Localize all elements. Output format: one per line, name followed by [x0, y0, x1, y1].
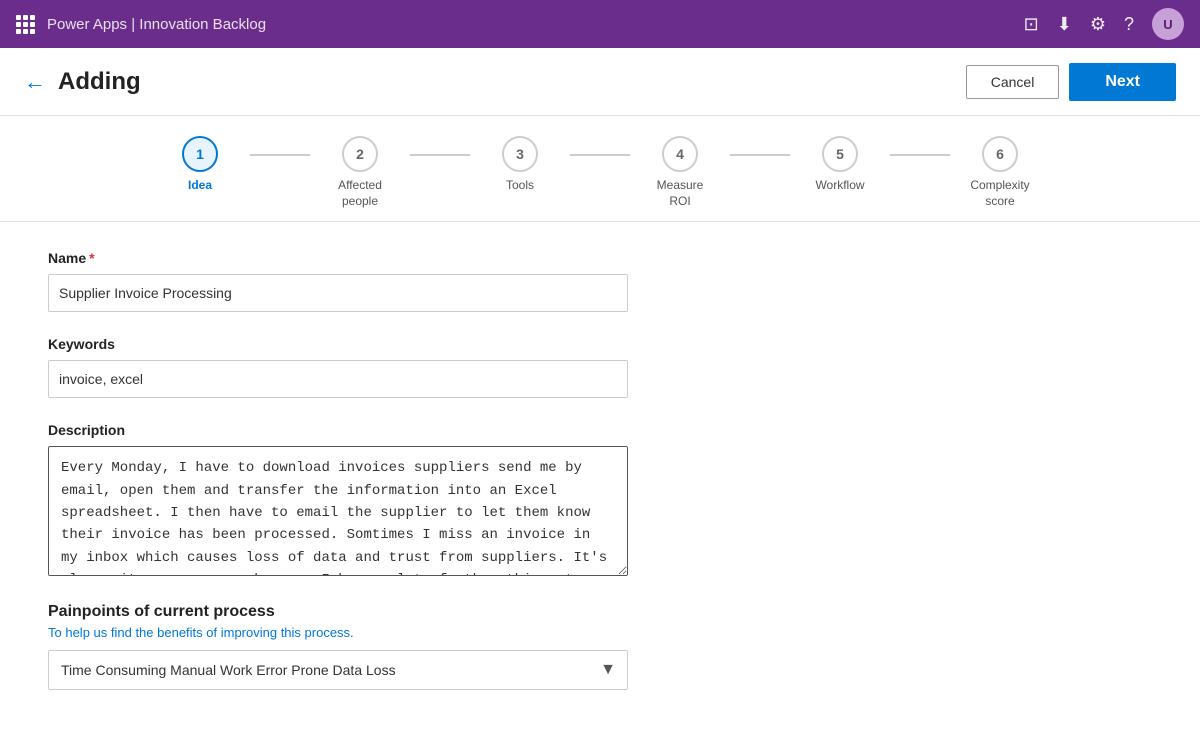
- app-brand: Power Apps | Innovation Backlog: [47, 16, 266, 33]
- name-label: Name*: [48, 250, 872, 266]
- step-4[interactable]: 4 MeasureROI: [630, 136, 730, 209]
- apps-icon[interactable]: [16, 15, 35, 34]
- step-2-label: Affectedpeople: [338, 178, 382, 209]
- step-4-circle: 4: [662, 136, 698, 172]
- step-2-circle: 2: [342, 136, 378, 172]
- step-6-label: Complexityscore: [970, 178, 1029, 209]
- screen-icon[interactable]: ⊡: [1024, 14, 1039, 35]
- description-section: Description Every Monday, I have to down…: [48, 422, 872, 579]
- help-icon[interactable]: ?: [1124, 14, 1134, 35]
- connector-1-2: [250, 154, 310, 156]
- app-name: Innovation Backlog: [139, 16, 266, 33]
- step-6-circle: 6: [982, 136, 1018, 172]
- keywords-label: Keywords: [48, 336, 872, 352]
- painpoints-dropdown-wrapper: Time Consuming Manual Work Error Prone D…: [48, 650, 628, 690]
- brand-name: Power Apps: [47, 16, 127, 33]
- download-icon[interactable]: ⬇: [1057, 14, 1072, 35]
- step-3[interactable]: 3 Tools: [470, 136, 570, 194]
- settings-icon[interactable]: ⚙: [1090, 14, 1106, 35]
- connector-5-6: [890, 154, 950, 156]
- name-section: Name*: [48, 250, 872, 312]
- painpoints-title: Painpoints of current process: [48, 603, 872, 621]
- user-avatar[interactable]: U: [1152, 8, 1184, 40]
- painpoints-section: Painpoints of current process To help us…: [48, 603, 872, 690]
- step-5-label: Workflow: [815, 178, 864, 194]
- connector-3-4: [570, 154, 630, 156]
- step-3-label: Tools: [506, 178, 534, 194]
- stepper: 1 Idea 2 Affectedpeople 3 Tools 4 Measur…: [0, 116, 1200, 222]
- step-6[interactable]: 6 Complexityscore: [950, 136, 1050, 209]
- page-title: Adding: [58, 68, 141, 96]
- step-5[interactable]: 5 Workflow: [790, 136, 890, 194]
- description-textarea[interactable]: Every Monday, I have to download invoice…: [48, 446, 628, 576]
- step-2[interactable]: 2 Affectedpeople: [310, 136, 410, 209]
- painpoints-hint: To help us find the benefits of improvin…: [48, 625, 872, 640]
- topbar: Power Apps | Innovation Backlog ⊡ ⬇ ⚙ ? …: [0, 0, 1200, 48]
- keywords-section: Keywords: [48, 336, 872, 398]
- keywords-input[interactable]: [48, 360, 628, 398]
- main-form: Name* Keywords Description Every Monday,…: [0, 222, 920, 742]
- step-3-circle: 3: [502, 136, 538, 172]
- cancel-button[interactable]: Cancel: [966, 65, 1060, 99]
- connector-4-5: [730, 154, 790, 156]
- name-input[interactable]: [48, 274, 628, 312]
- step-1[interactable]: 1 Idea: [150, 136, 250, 194]
- description-label: Description: [48, 422, 872, 438]
- step-4-label: MeasureROI: [657, 178, 704, 209]
- required-indicator: *: [89, 250, 94, 266]
- step-1-label: Idea: [188, 178, 212, 194]
- back-button[interactable]: ←: [24, 71, 46, 93]
- painpoints-dropdown[interactable]: Time Consuming Manual Work Error Prone D…: [48, 650, 628, 690]
- step-1-circle: 1: [182, 136, 218, 172]
- page-header: ← Adding Cancel Next: [0, 48, 1200, 116]
- next-button[interactable]: Next: [1069, 63, 1176, 101]
- step-5-circle: 5: [822, 136, 858, 172]
- connector-2-3: [410, 154, 470, 156]
